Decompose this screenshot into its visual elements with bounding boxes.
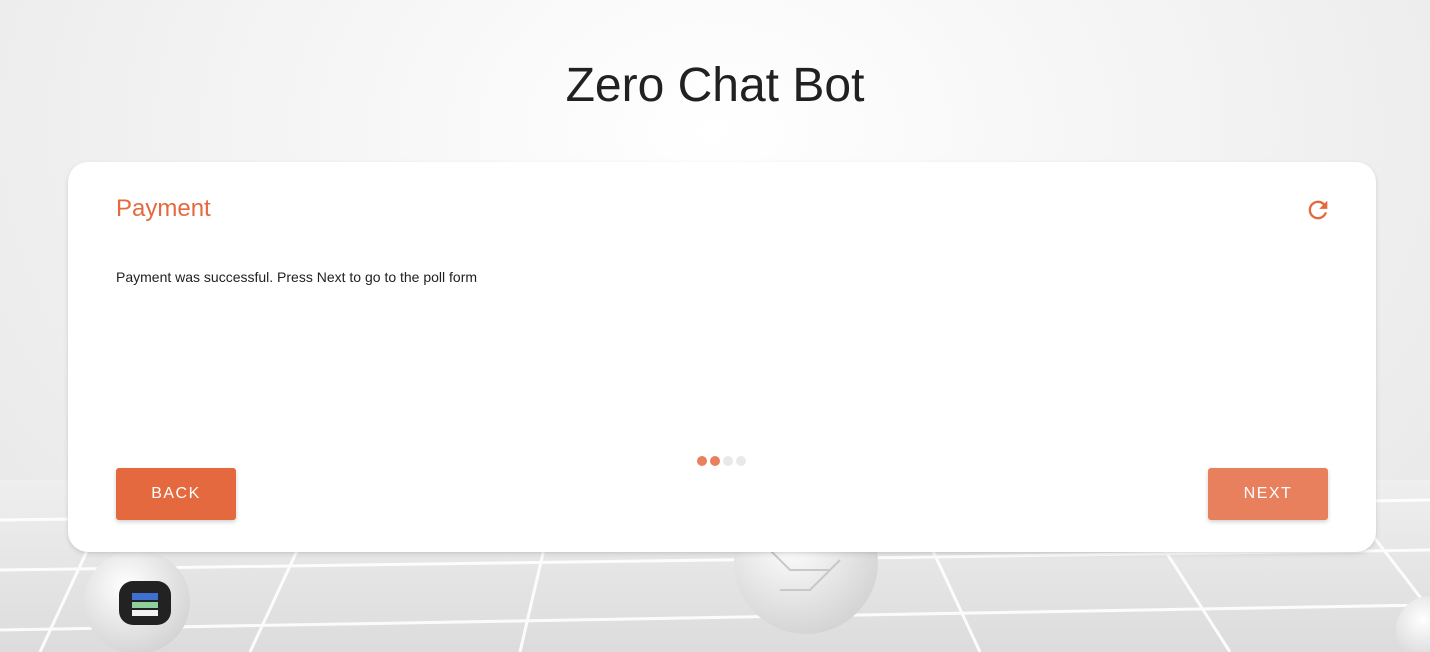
page-title: Zero Chat Bot [565,59,865,112]
step-progress [697,456,746,466]
back-button[interactable]: Back [116,468,236,520]
payment-card: Payment Payment was successful. Press Ne… [68,162,1376,552]
next-button[interactable]: Next [1208,468,1328,520]
robot-figure [84,550,190,652]
refresh-icon[interactable] [1304,196,1332,224]
step-dot [697,456,707,466]
payment-status-message: Payment was successful. Press Next to go… [116,269,478,285]
step-dot [736,456,746,466]
card-title: Payment [116,195,211,222]
step-dot [710,456,720,466]
step-dot [723,456,733,466]
